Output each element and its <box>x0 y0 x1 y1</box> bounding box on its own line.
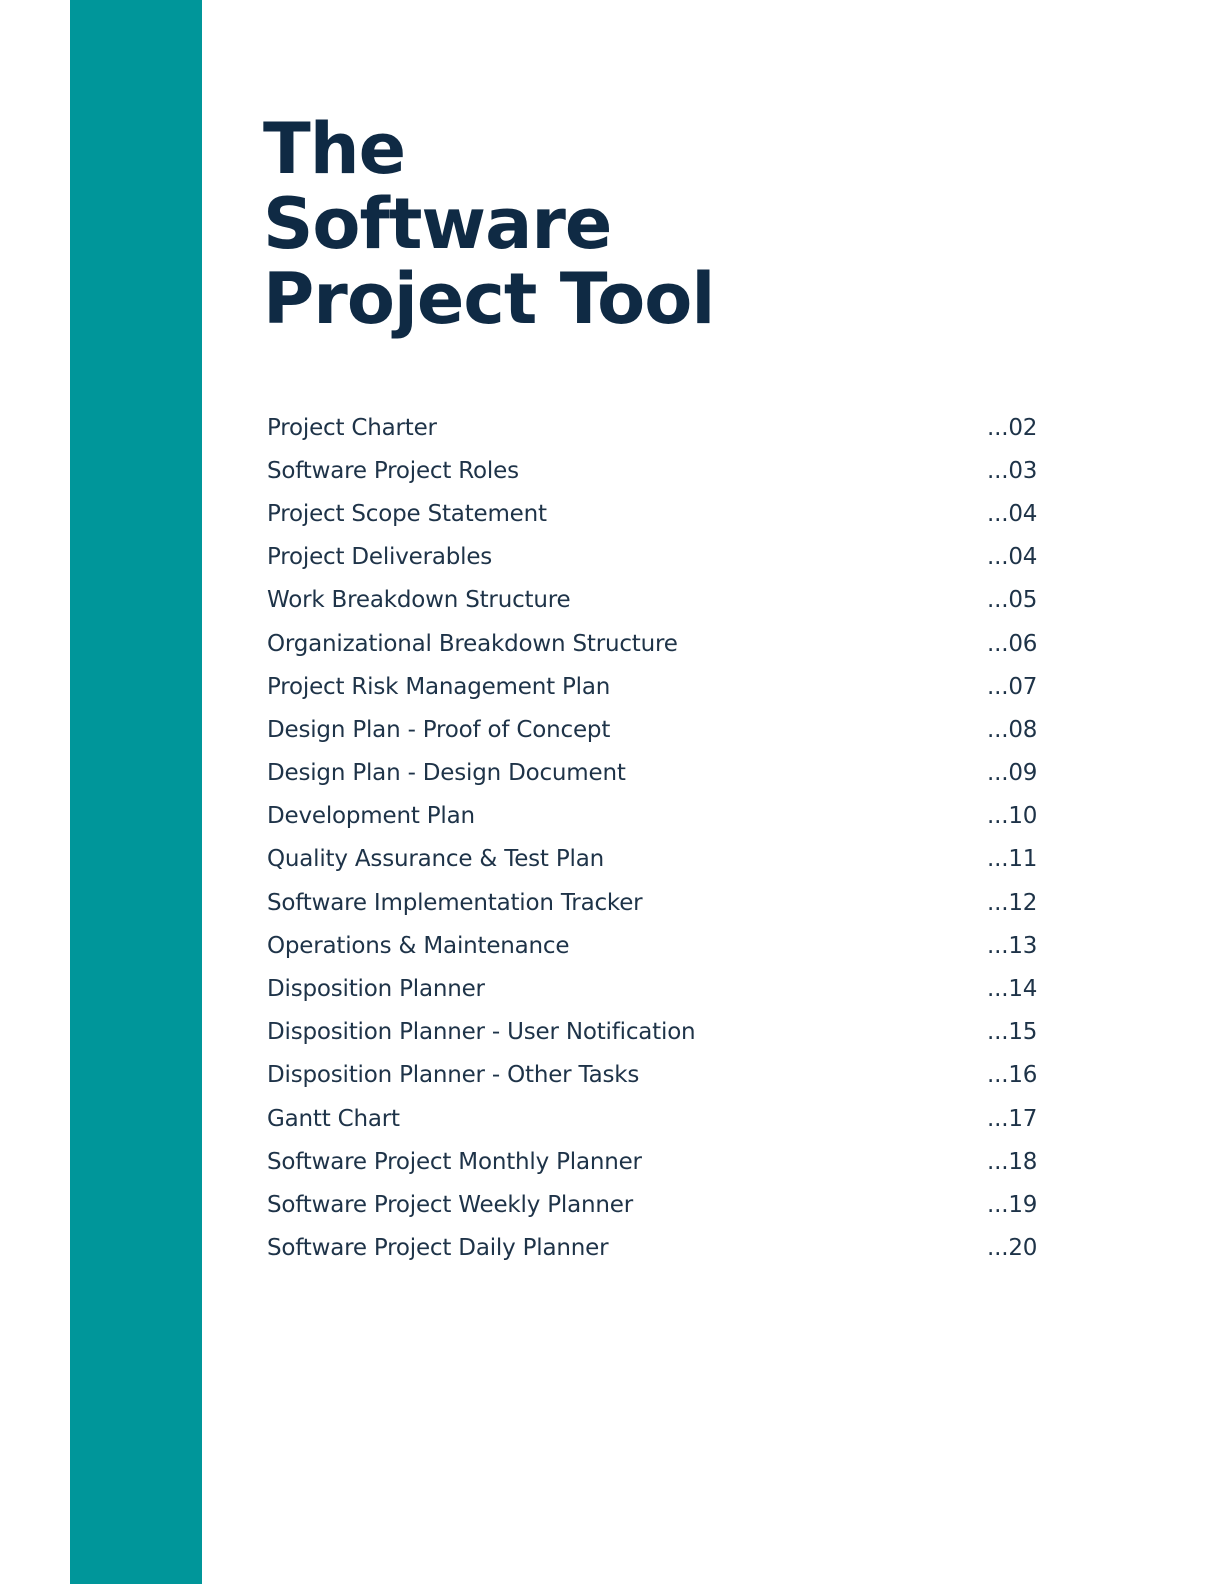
toc-item-page: ...08 <box>987 716 1038 743</box>
toc-item[interactable]: Software Project Daily Planner ...20 <box>267 1227 1042 1270</box>
toc-item[interactable]: Operations & Maintenance ...13 <box>267 924 1042 967</box>
toc-item-page: ...11 <box>987 846 1038 873</box>
toc-item[interactable]: Gantt Chart ...17 <box>267 1097 1042 1140</box>
toc-item-page: ...09 <box>987 760 1038 787</box>
toc-item-page: ...16 <box>987 1062 1038 1089</box>
toc-item[interactable]: Quality Assurance & Test Plan ...11 <box>267 838 1042 881</box>
title-line-2: Software <box>263 183 612 265</box>
title-line-3: Project Tool <box>263 258 715 340</box>
toc-item-label: Work Breakdown Structure <box>267 587 571 614</box>
toc-item[interactable]: Project Deliverables ...04 <box>267 536 1042 579</box>
toc-item-label: Design Plan - Proof of Concept <box>267 716 611 743</box>
accent-side-bar <box>70 0 202 1584</box>
toc-item-page: ...17 <box>987 1105 1038 1132</box>
toc-item-page: ...18 <box>987 1148 1038 1175</box>
toc-item-label: Disposition Planner - User Notification <box>267 1019 696 1046</box>
toc-item-page: ...04 <box>987 544 1038 571</box>
toc-item[interactable]: Software Project Weekly Planner ...19 <box>267 1183 1042 1226</box>
toc-item-page: ...06 <box>987 630 1038 657</box>
toc-item-page: ...13 <box>987 932 1038 959</box>
toc-item[interactable]: Disposition Planner - User Notification.… <box>267 1011 1042 1054</box>
toc-item[interactable]: Project Risk Management Plan ...07 <box>267 665 1042 708</box>
toc-item-label: Project Risk Management Plan <box>267 673 611 700</box>
toc-item[interactable]: Disposition Planner ...14 <box>267 967 1042 1010</box>
toc-item[interactable]: Project Charter ...02 <box>267 406 1042 449</box>
toc-item-label: Software Project Monthly Planner <box>267 1148 642 1175</box>
toc-item-label: Software Project Daily Planner <box>267 1235 609 1262</box>
table-of-contents: Project Charter ...02 Software Project Ro… <box>267 406 1042 1270</box>
toc-item-label: Operations & Maintenance <box>267 932 570 959</box>
toc-item[interactable]: Software Project Monthly Planner ...18 <box>267 1140 1042 1183</box>
toc-item[interactable]: Software Implementation Tracker ...12 <box>267 881 1042 924</box>
document-title: The Software Project Tool <box>263 108 715 340</box>
toc-item-page: ...02 <box>987 414 1038 441</box>
toc-item-page: ...07 <box>987 673 1038 700</box>
toc-item-page: ...03 <box>987 457 1038 484</box>
toc-item-label: Software Project Weekly Planner <box>267 1191 633 1218</box>
toc-item-label: Development Plan <box>267 803 475 830</box>
toc-item-page: ...20 <box>987 1235 1038 1262</box>
toc-item-page: ...12 <box>987 889 1038 916</box>
toc-item-label: Project Scope Statement <box>267 500 547 527</box>
toc-item-label: Project Charter <box>267 414 437 441</box>
toc-item-page: ...05 <box>987 587 1038 614</box>
toc-item-label: Disposition Planner <box>267 976 485 1003</box>
toc-item[interactable]: Organizational Breakdown Structure ...06 <box>267 622 1042 665</box>
toc-item-label: Software Project Roles <box>267 457 519 484</box>
toc-item[interactable]: Software Project Roles ...03 <box>267 449 1042 492</box>
toc-item-label: Organizational Breakdown Structure <box>267 630 678 657</box>
toc-item[interactable]: Work Breakdown Structure ...05 <box>267 579 1042 622</box>
toc-item-label: Design Plan - Design Document <box>267 760 626 787</box>
toc-item[interactable]: Disposition Planner - Other Tasks ...16 <box>267 1054 1042 1097</box>
toc-item[interactable]: Development Plan ...10 <box>267 795 1042 838</box>
toc-item[interactable]: Project Scope Statement ...04 <box>267 492 1042 535</box>
toc-item[interactable]: Design Plan - Design Document ...09 <box>267 752 1042 795</box>
toc-item-label: Project Deliverables <box>267 544 493 571</box>
toc-item-page: ...14 <box>987 976 1038 1003</box>
toc-item-page: ...19 <box>987 1191 1038 1218</box>
toc-item-label: Disposition Planner - Other Tasks <box>267 1062 640 1089</box>
toc-item-page: ...15 <box>987 1019 1038 1046</box>
toc-item[interactable]: Design Plan - Proof of Concept ...08 <box>267 708 1042 751</box>
toc-item-page: ...10 <box>987 803 1038 830</box>
title-line-1: The <box>263 108 406 190</box>
toc-item-label: Gantt Chart <box>267 1105 400 1132</box>
toc-item-page: ...04 <box>987 500 1038 527</box>
toc-item-label: Software Implementation Tracker <box>267 889 643 916</box>
toc-item-label: Quality Assurance & Test Plan <box>267 846 604 873</box>
